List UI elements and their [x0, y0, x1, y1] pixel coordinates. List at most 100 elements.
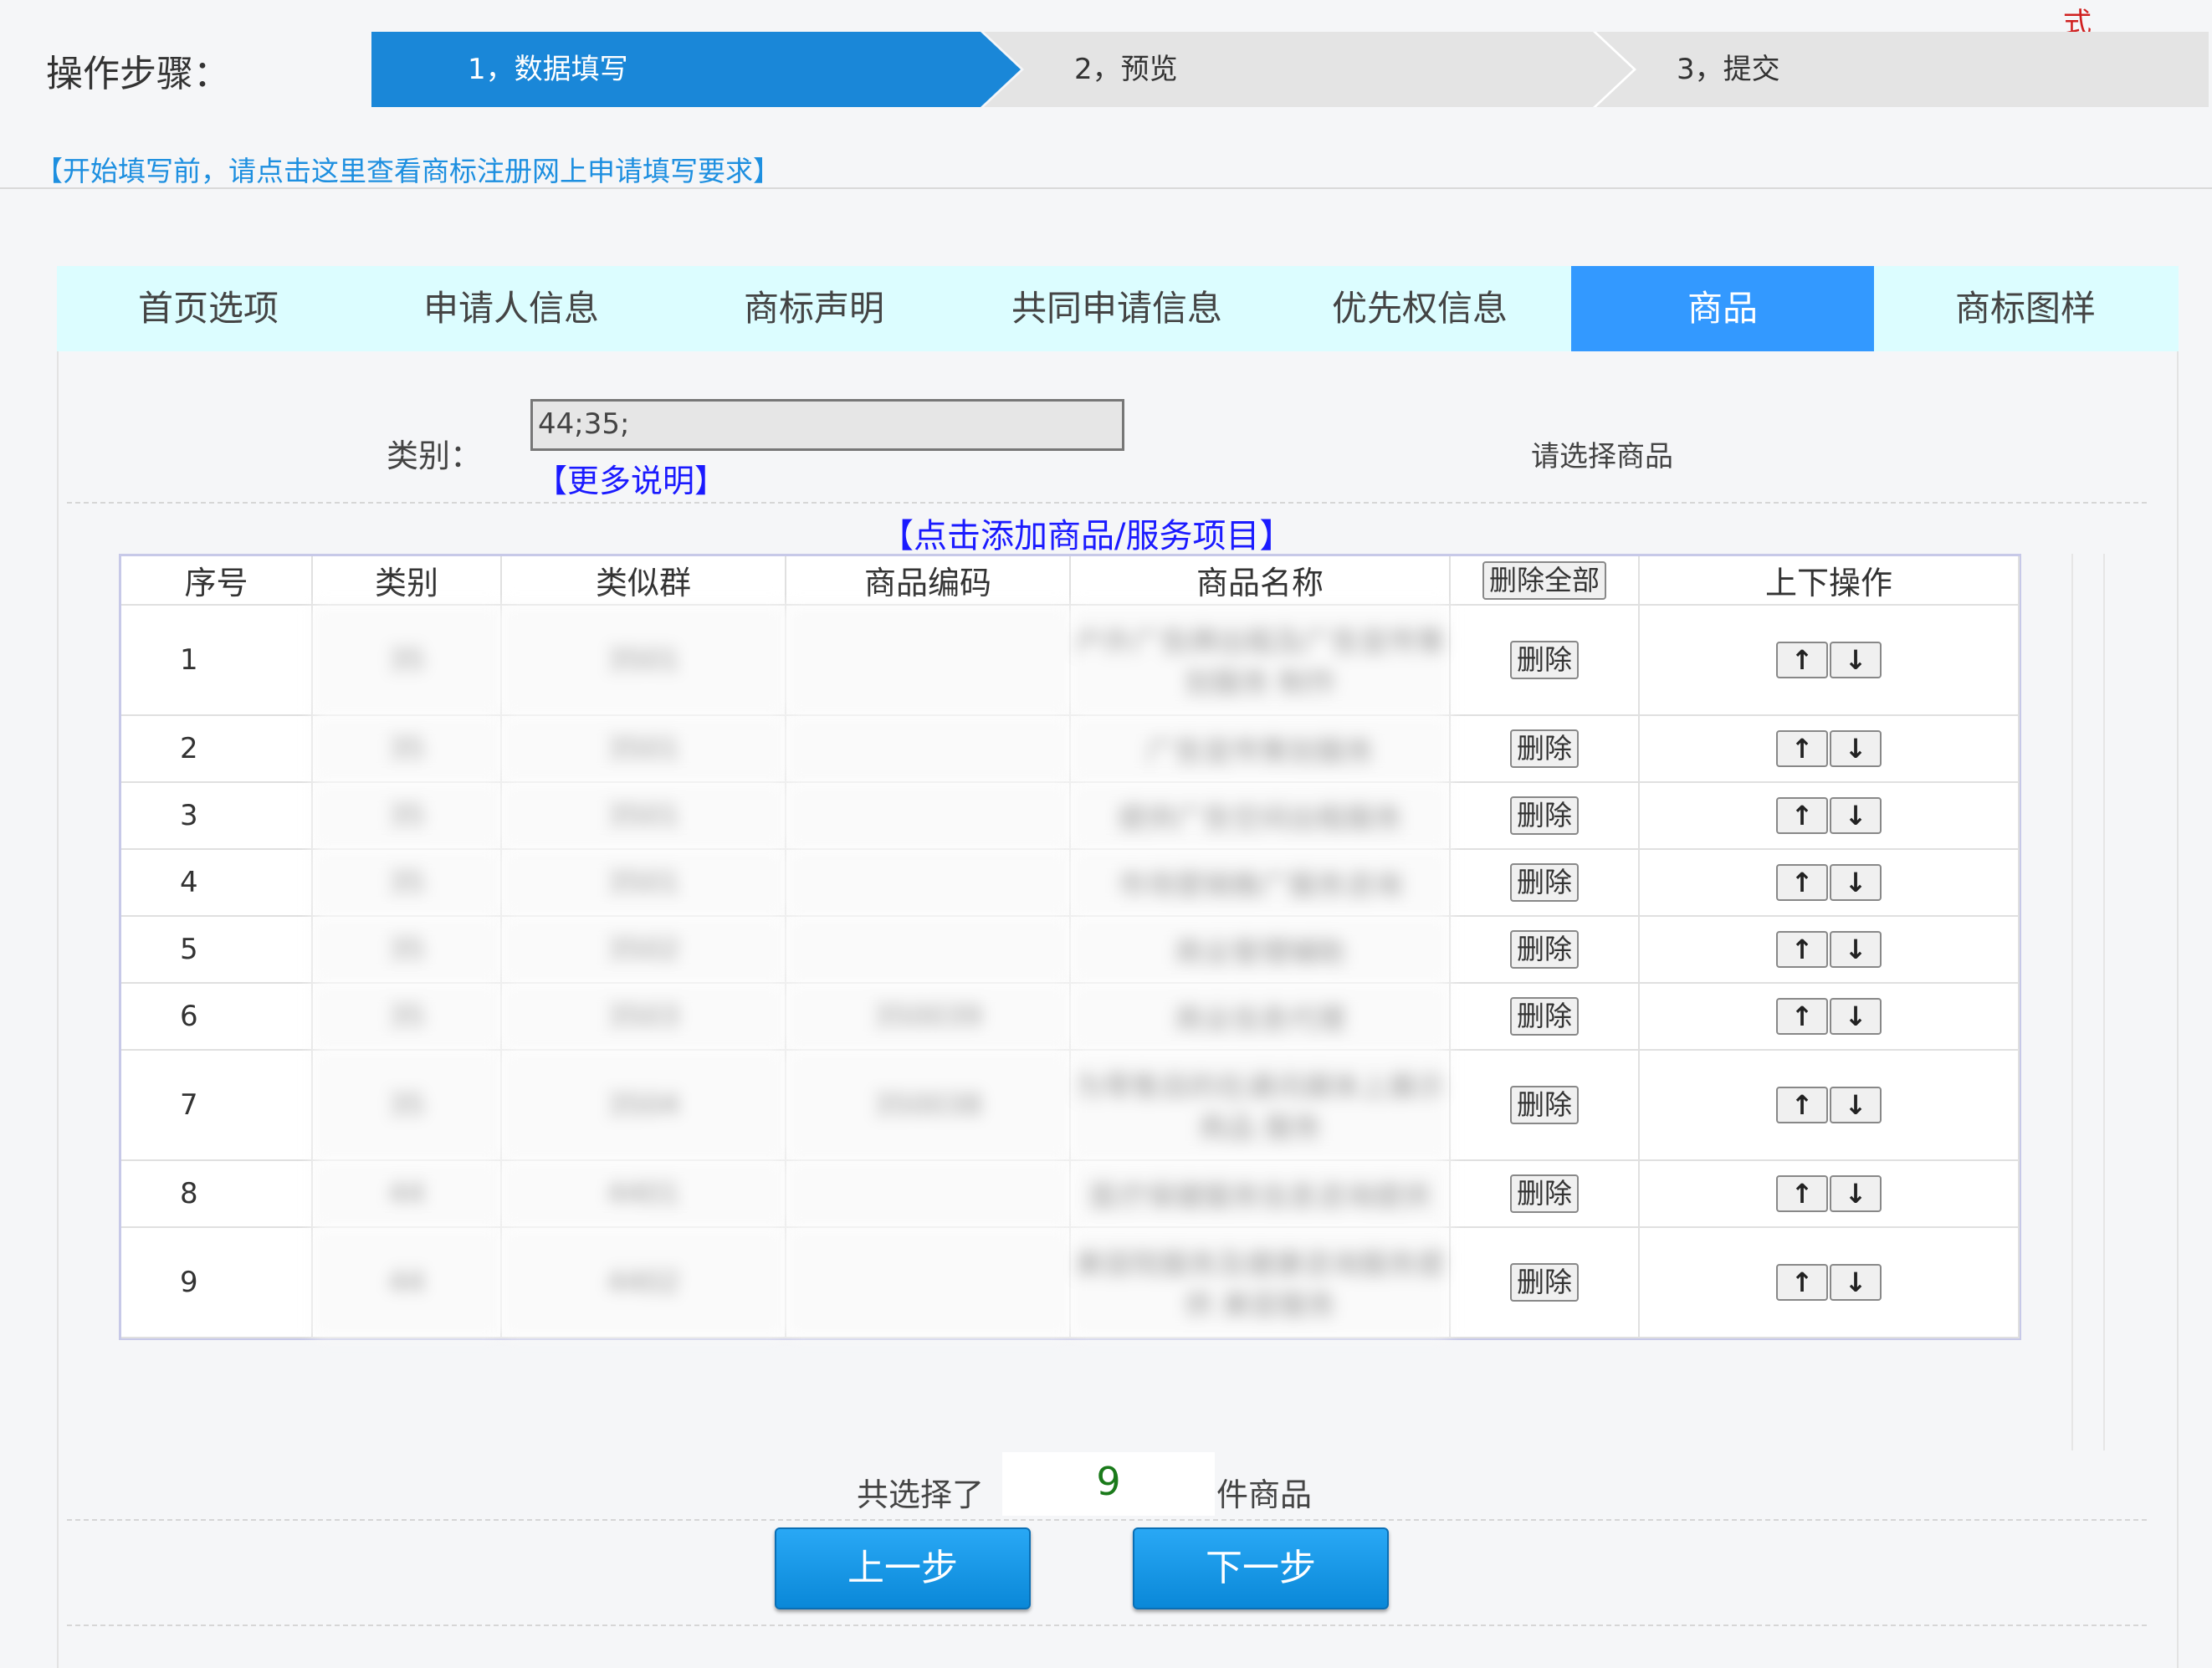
count-prefix: 共选择了	[857, 1476, 985, 1513]
row-seq: 5	[121, 916, 313, 984]
row-goods-name: 为零售目的在通讯媒体上展示商品 服务	[1070, 1050, 1451, 1161]
row-similar-group: 4402	[501, 1227, 786, 1338]
move-down-icon[interactable]: ↓	[1830, 931, 1882, 968]
row-delete-cell: 删除	[1450, 849, 1640, 917]
goods-count: 9	[1002, 1452, 1215, 1516]
tab-priority-info[interactable]: 优先权信息	[1268, 266, 1571, 351]
choose-goods-label: 请选择商品	[1531, 440, 1673, 473]
delete-row-button[interactable]: 删除	[1510, 796, 1579, 835]
row-move-cell: ↑ ↓	[1639, 916, 2020, 984]
move-down-icon[interactable]: ↓	[1830, 864, 1882, 901]
move-up-icon[interactable]: ↑	[1776, 730, 1828, 767]
next-step-button[interactable]: 下一步	[1133, 1527, 1389, 1609]
row-goods-name: 广告宣传策划服务	[1070, 715, 1451, 783]
row-category: 35	[312, 782, 502, 850]
row-goods-code	[786, 782, 1071, 850]
move-down-icon[interactable]: ↓	[1830, 797, 1882, 834]
add-goods-link[interactable]: 【点击添加商品/服务项目】	[880, 509, 1293, 557]
delete-row-button[interactable]: 删除	[1510, 930, 1579, 969]
table-row: 5 35 3502 商业管理辅助 删除 ↑ ↓	[121, 916, 2020, 984]
tab-joint-application[interactable]: 共同申请信息	[965, 266, 1268, 351]
table-row: 9 44 4402 美容院服务及健康咨询服务提供 美容服务 删除 ↑ ↓	[121, 1227, 2020, 1338]
row-similar-group: 3501	[501, 605, 786, 716]
row-seq: 7	[121, 1050, 313, 1161]
move-up-icon[interactable]: ↑	[1776, 1264, 1828, 1301]
row-category: 35	[312, 1050, 502, 1161]
delete-row-button[interactable]: 删除	[1510, 1086, 1579, 1124]
delete-all-button[interactable]: 删除全部	[1482, 561, 1606, 600]
tab-applicant-info[interactable]: 申请人信息	[360, 266, 663, 351]
col-header-seq: 序号	[121, 556, 313, 606]
row-goods-name: 美容院服务及健康咨询服务提供 美容服务	[1070, 1227, 1451, 1338]
table-row: 4 35 3501 市场营销推广服务咨询 删除 ↑ ↓	[121, 849, 2020, 917]
move-up-icon[interactable]: ↑	[1776, 642, 1828, 678]
table-header-row: 序号 类别 类似群 商品编码 商品名称 删除全部 上下操作	[121, 556, 2020, 606]
delete-row-button[interactable]: 删除	[1510, 863, 1579, 902]
tab-trademark-declaration[interactable]: 商标声明	[663, 266, 965, 351]
move-down-icon[interactable]: ↓	[1830, 1175, 1882, 1212]
row-similar-group: 3502	[501, 916, 786, 984]
row-seq: 9	[121, 1227, 313, 1338]
row-goods-code	[786, 715, 1071, 783]
table-row: 8 44 4401 医疗保健服务信息咨询提供 删除 ↑ ↓	[121, 1160, 2020, 1228]
more-info-link[interactable]: 【更多说明】	[535, 455, 726, 501]
row-goods-code	[786, 1227, 1071, 1338]
row-similar-group: 3501	[501, 715, 786, 783]
table-row: 3 35 3501 提供广告空间出租服务 删除 ↑ ↓	[121, 782, 2020, 850]
move-up-icon[interactable]: ↑	[1776, 1087, 1828, 1123]
row-delete-cell: 删除	[1450, 1050, 1640, 1161]
table-row: 1 35 3501 户外广告牌出租及广告宣传策划服务 制作 删除 ↑ ↓	[121, 605, 2020, 716]
tab-goods[interactable]: 商品	[1571, 266, 1874, 351]
category-label: 类别：	[387, 437, 483, 474]
delete-row-button[interactable]: 删除	[1510, 1263, 1579, 1302]
row-goods-name: 商业信息代理	[1070, 983, 1451, 1051]
move-down-icon[interactable]: ↓	[1830, 642, 1882, 678]
row-goods-code: 350039	[786, 983, 1071, 1051]
row-goods-name: 提供广告空间出租服务	[1070, 782, 1451, 850]
row-move-cell: ↑ ↓	[1639, 715, 2020, 783]
row-seq: 3	[121, 782, 313, 850]
row-goods-name: 医疗保健服务信息咨询提供	[1070, 1160, 1451, 1228]
delete-row-button[interactable]: 删除	[1510, 641, 1579, 679]
goods-table: 序号 类别 类似群 商品编码 商品名称 删除全部 上下操作 1 35 3501 户外广…	[119, 554, 2021, 1340]
row-seq: 8	[121, 1160, 313, 1228]
row-category: 35	[312, 715, 502, 783]
row-goods-code	[786, 605, 1071, 716]
row-delete-cell: 删除	[1450, 605, 1640, 716]
category-field[interactable]: 44;35;	[530, 399, 1124, 451]
divider	[67, 502, 2147, 504]
row-move-cell: ↑ ↓	[1639, 1050, 2020, 1161]
move-up-icon[interactable]: ↑	[1776, 1175, 1828, 1212]
move-up-icon[interactable]: ↑	[1776, 797, 1828, 834]
row-category: 35	[312, 605, 502, 716]
row-move-cell: ↑ ↓	[1639, 1160, 2020, 1228]
delete-row-button[interactable]: 删除	[1510, 1174, 1579, 1213]
move-down-icon[interactable]: ↓	[1830, 998, 1882, 1035]
filing-requirements-link[interactable]: 【开始填写前，请点击这里查看商标注册网上申请填写要求】	[35, 149, 781, 189]
scrollbar[interactable]	[2071, 554, 2105, 1451]
tab-trademark-image[interactable]: 商标图样	[1874, 266, 2177, 351]
move-down-icon[interactable]: ↓	[1830, 1087, 1882, 1123]
step-submit: 3，提交	[1596, 32, 2209, 107]
delete-row-button[interactable]: 删除	[1510, 997, 1579, 1036]
delete-row-button[interactable]: 删除	[1510, 729, 1579, 768]
move-up-icon[interactable]: ↑	[1776, 931, 1828, 968]
move-up-icon[interactable]: ↑	[1776, 998, 1828, 1035]
row-move-cell: ↑ ↓	[1639, 983, 2020, 1051]
row-category: 35	[312, 983, 502, 1051]
col-header-delete-all: 删除全部	[1450, 556, 1640, 606]
row-delete-cell: 删除	[1450, 782, 1640, 850]
move-up-icon[interactable]: ↑	[1776, 864, 1828, 901]
move-down-icon[interactable]: ↓	[1830, 1264, 1882, 1301]
move-down-icon[interactable]: ↓	[1830, 730, 1882, 767]
row-category: 35	[312, 916, 502, 984]
row-delete-cell: 删除	[1450, 1227, 1640, 1338]
row-category: 44	[312, 1160, 502, 1228]
previous-step-button[interactable]: 上一步	[775, 1527, 1031, 1609]
row-move-cell: ↑ ↓	[1639, 782, 2020, 850]
form-tabs: 首页选项 申请人信息 商标声明 共同申请信息 优先权信息 商品 商标图样	[57, 266, 2179, 351]
tab-home-options[interactable]: 首页选项	[57, 266, 360, 351]
count-suffix: 件商品	[1216, 1476, 1313, 1513]
row-goods-code	[786, 916, 1071, 984]
table-row: 7 35 3504 350038 为零售目的在通讯媒体上展示商品 服务 删除 ↑ ↓	[121, 1050, 2020, 1161]
